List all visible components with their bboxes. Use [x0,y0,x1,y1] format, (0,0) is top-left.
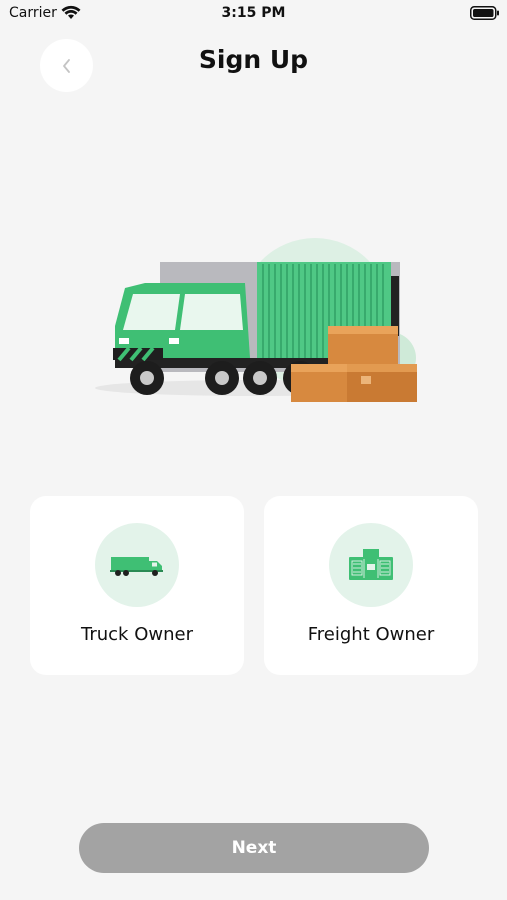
freight-icon [349,549,393,580]
truck-with-boxes-illustration [95,238,417,402]
status-bar: Carrier 3:15 PM [0,0,507,28]
truck-icon [110,557,163,576]
freight-owner-label: Freight Owner [307,624,435,645]
status-time: 3:15 PM [221,5,286,21]
next-button[interactable]: Next [79,823,429,873]
truck-owner-card[interactable]: Truck Owner [30,496,244,675]
freight-icon-circle [329,523,413,607]
freight-owner-card[interactable]: Freight Owner [264,496,478,675]
page-title: Sign Up [198,45,309,74]
truck-owner-label: Truck Owner [81,624,193,645]
battery-icon [470,6,499,20]
truck-icon-circle [95,523,179,607]
